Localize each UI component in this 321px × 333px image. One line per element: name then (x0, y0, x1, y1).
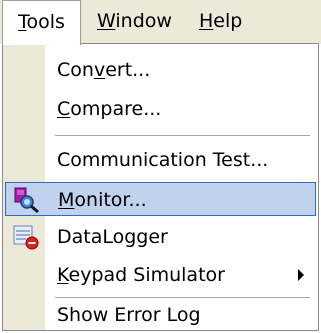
menu-item-datalogger[interactable]: DataLogger (5, 220, 316, 254)
menu-item-label: Compare... (57, 98, 162, 120)
submenu-arrow-icon (298, 269, 304, 281)
monitor-icon (12, 186, 42, 214)
menu-tools-label: Tools (18, 11, 65, 33)
menu-item-label: Keypad Simulator (57, 264, 225, 286)
menu-help[interactable]: Help (190, 0, 251, 42)
datalogger-icon (11, 223, 41, 251)
menu-bar: Tools Window Help (0, 0, 321, 45)
menu-item-label: Show Error Log (57, 304, 201, 326)
menu-item-monitor[interactable]: Monitor... (5, 182, 316, 216)
menu-help-label: Help (199, 10, 243, 32)
menu-item-keypad-simulator[interactable]: Keypad Simulator (5, 258, 316, 292)
menu-window[interactable]: Window (88, 0, 181, 42)
menu-item-show-error-log[interactable]: Show Error Log (5, 298, 316, 332)
menu-item-label: Communication Test... (57, 149, 269, 171)
menu-item-convert[interactable]: Convert... (5, 53, 316, 87)
menu-item-compare[interactable]: Compare... (5, 92, 316, 126)
menu-tools[interactable]: Tools (2, 0, 81, 45)
menu-item-label: Convert... (57, 59, 151, 81)
menu-separator (55, 135, 310, 136)
menu-item-label: DataLogger (57, 226, 168, 248)
menu-item-label: Monitor... (58, 189, 147, 211)
menu-window-label: Window (97, 10, 172, 32)
menu-item-communication-test[interactable]: Communication Test... (5, 143, 316, 177)
tools-dropdown-menu: Convert... Compare... Communication Test… (2, 43, 319, 331)
